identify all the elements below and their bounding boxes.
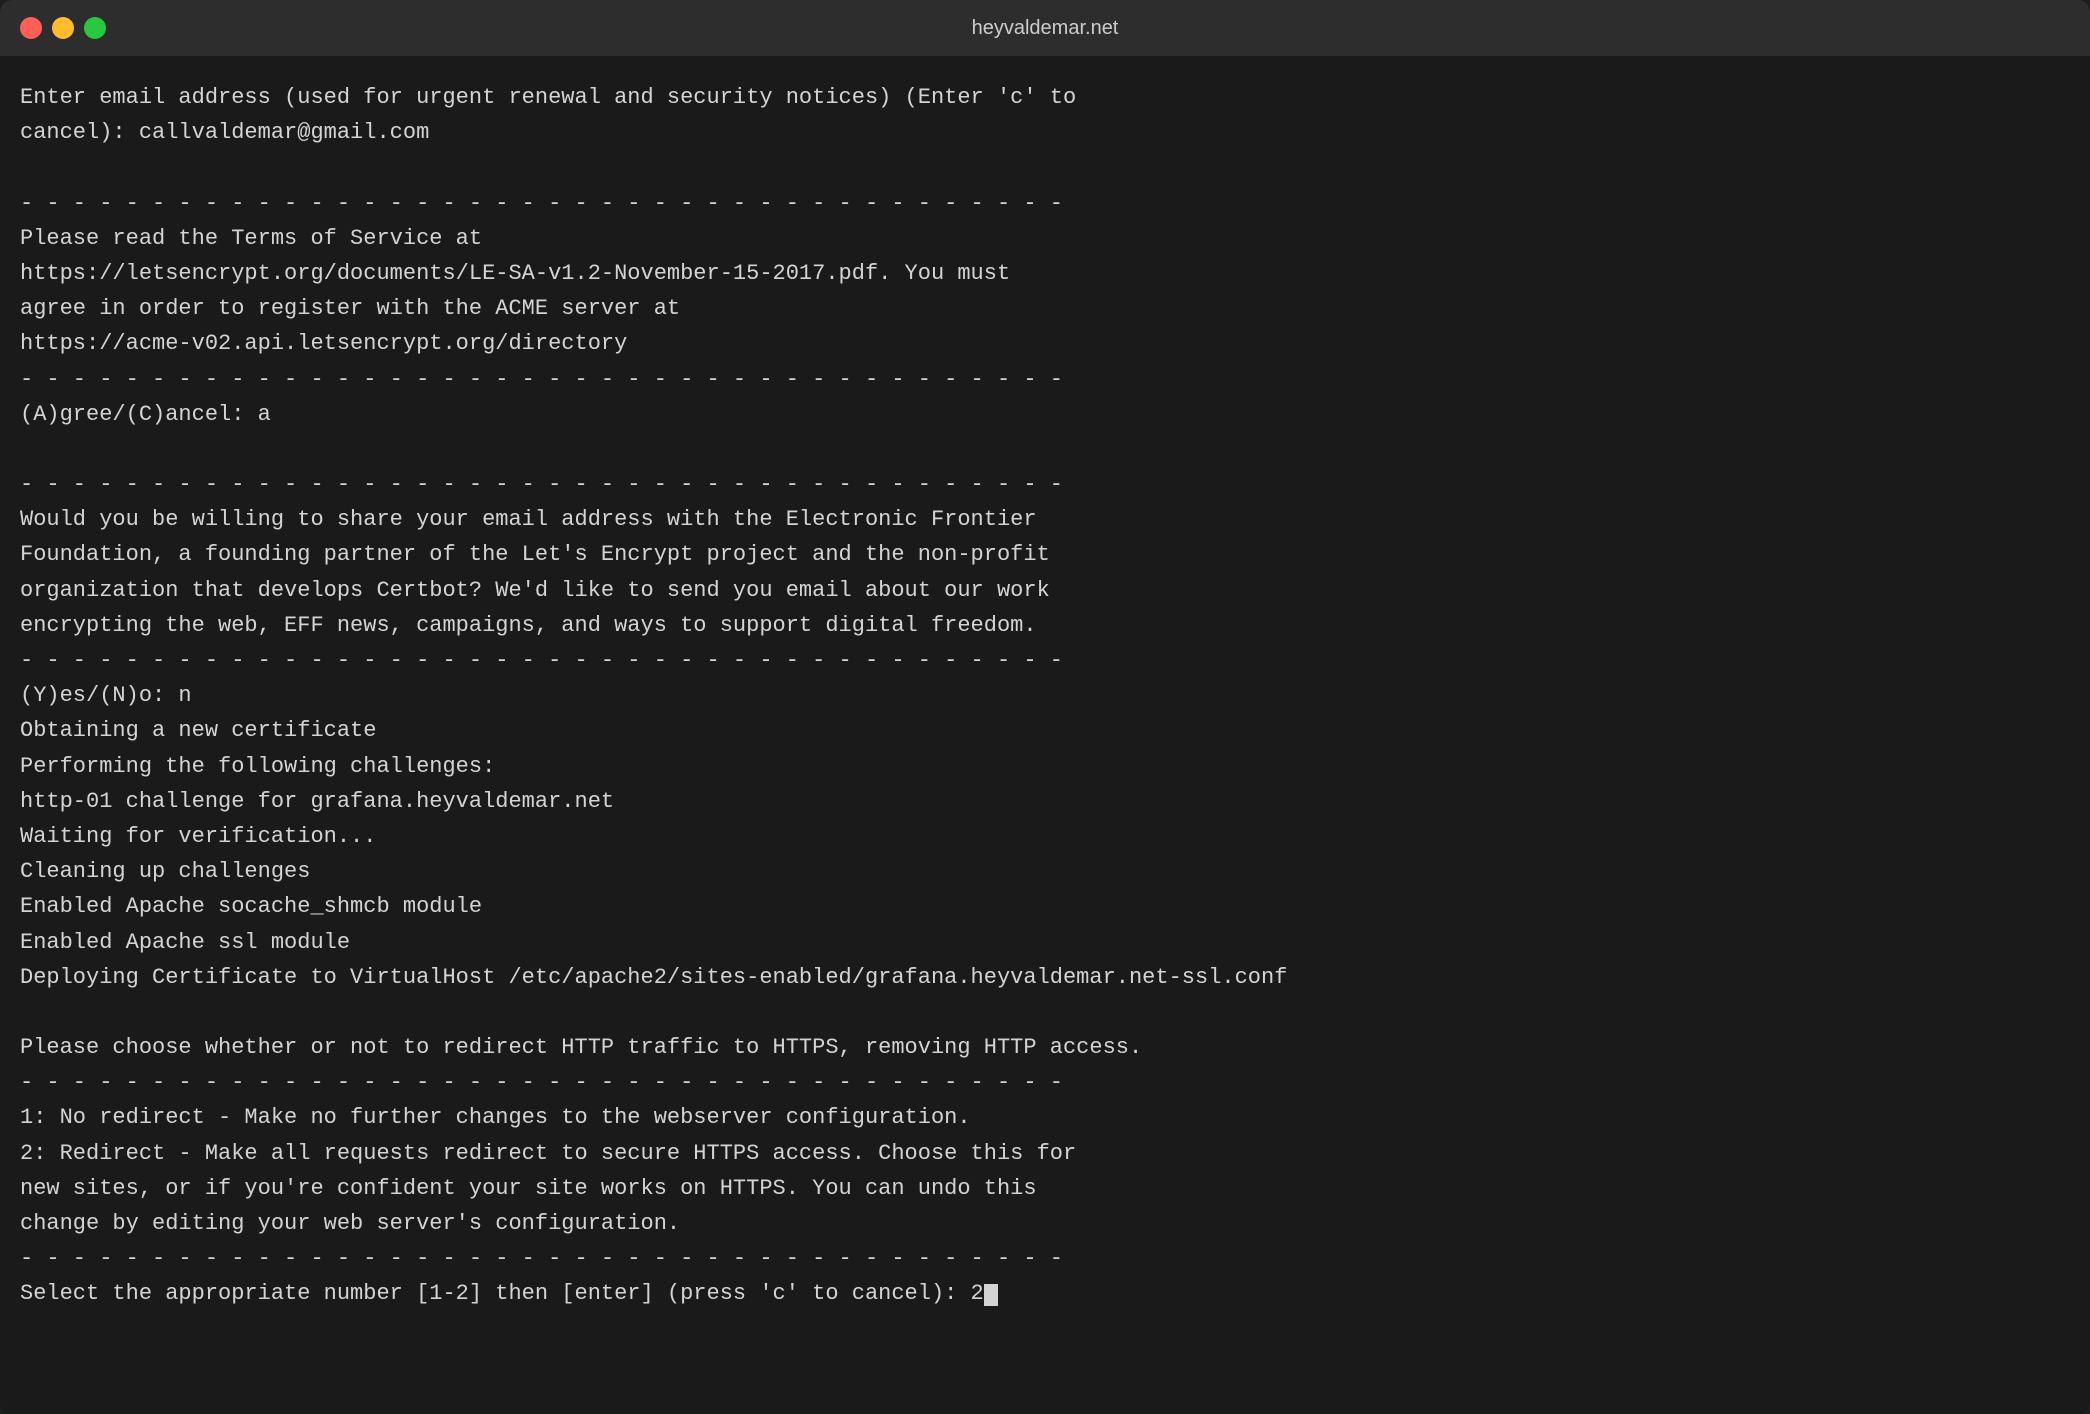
terminal-body[interactable]: Enter email address (used for urgent ren… (0, 56, 2090, 1414)
maximize-button[interactable] (84, 17, 106, 39)
minimize-button[interactable] (52, 17, 74, 39)
close-button[interactable] (20, 17, 42, 39)
terminal-cursor (984, 1284, 998, 1306)
terminal-window: heyvaldemar.net Enter email address (use… (0, 0, 2090, 1414)
traffic-lights (20, 17, 106, 39)
titlebar: heyvaldemar.net (0, 0, 2090, 56)
window-title: heyvaldemar.net (972, 17, 1119, 40)
